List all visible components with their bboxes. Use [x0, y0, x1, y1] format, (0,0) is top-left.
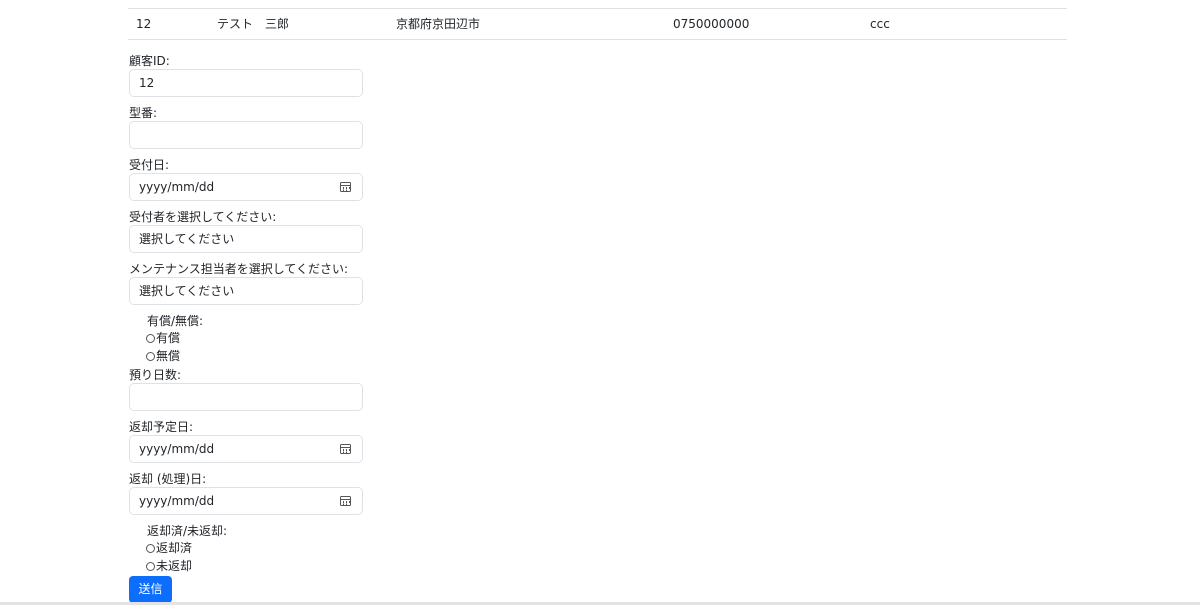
return-scheduled-date-placeholder: yyyy/mm/dd — [139, 442, 215, 456]
deposit-days-label: 預り日数: — [129, 368, 182, 382]
reception-date-input[interactable]: yyyy/mm/dd — [129, 173, 363, 201]
free-radio-label: 無償 — [156, 349, 181, 363]
customer-id-input[interactable]: 12 — [129, 69, 363, 97]
customer-id-label: 顧客ID: — [129, 54, 170, 68]
customer-note-cell: ccc — [870, 17, 890, 31]
customer-address-cell: 京都府京田辺市 — [396, 17, 481, 31]
calendar-icon[interactable] — [340, 496, 351, 506]
radio-button-icon[interactable] — [146, 561, 155, 571]
paid-radio-option[interactable]: 有償 — [146, 330, 180, 346]
maintenance-staff-select[interactable]: 選択してください — [129, 277, 363, 305]
radio-button-icon[interactable] — [146, 351, 155, 361]
paid-radio-label: 有償 — [156, 331, 181, 345]
customer-table-row: 12 テスト 三郎 京都府京田辺市 0750000000 ccc — [128, 8, 1067, 40]
receptionist-select[interactable]: 選択してください — [129, 225, 363, 253]
receptionist-selected: 選択してください — [139, 232, 235, 246]
return-processed-date-input[interactable]: yyyy/mm/dd — [129, 487, 363, 515]
reception-date-label: 受付日: — [129, 158, 170, 172]
maintenance-staff-label: メンテナンス担当者を選択してください: — [129, 262, 349, 276]
not-returned-radio-option[interactable]: 未返却 — [146, 558, 192, 574]
return-scheduled-date-label: 返却予定日: — [129, 420, 194, 434]
customer-id-cell: 12 — [136, 17, 152, 31]
customer-id-value: 12 — [139, 76, 155, 90]
calendar-icon[interactable] — [340, 182, 351, 192]
deposit-days-input[interactable] — [129, 383, 363, 411]
free-radio-option[interactable]: 無償 — [146, 348, 180, 364]
returned-radio-label: 返却済 — [156, 541, 193, 555]
return-status-label: 返却済/未返却: — [147, 524, 228, 538]
reception-date-placeholder: yyyy/mm/dd — [139, 180, 215, 194]
customer-phone-cell: 0750000000 — [673, 17, 750, 31]
maintenance-staff-selected: 選択してください — [139, 284, 235, 298]
paid-free-label: 有償/無償: — [147, 314, 204, 328]
not-returned-radio-label: 未返却 — [156, 559, 193, 573]
returned-radio-option[interactable]: 返却済 — [146, 540, 192, 556]
customer-name-cell: テスト 三郎 — [217, 17, 290, 31]
model-number-input[interactable] — [129, 121, 363, 149]
receptionist-label: 受付者を選択してください: — [129, 210, 277, 224]
calendar-icon[interactable] — [340, 444, 351, 454]
radio-button-icon[interactable] — [146, 543, 155, 553]
radio-button-icon[interactable] — [146, 333, 155, 343]
return-processed-date-label: 返却 (処理)日: — [129, 472, 207, 486]
submit-button[interactable]: 送信 — [129, 576, 172, 603]
return-scheduled-date-input[interactable]: yyyy/mm/dd — [129, 435, 363, 463]
return-processed-date-placeholder: yyyy/mm/dd — [139, 494, 215, 508]
model-number-label: 型番: — [129, 106, 158, 120]
